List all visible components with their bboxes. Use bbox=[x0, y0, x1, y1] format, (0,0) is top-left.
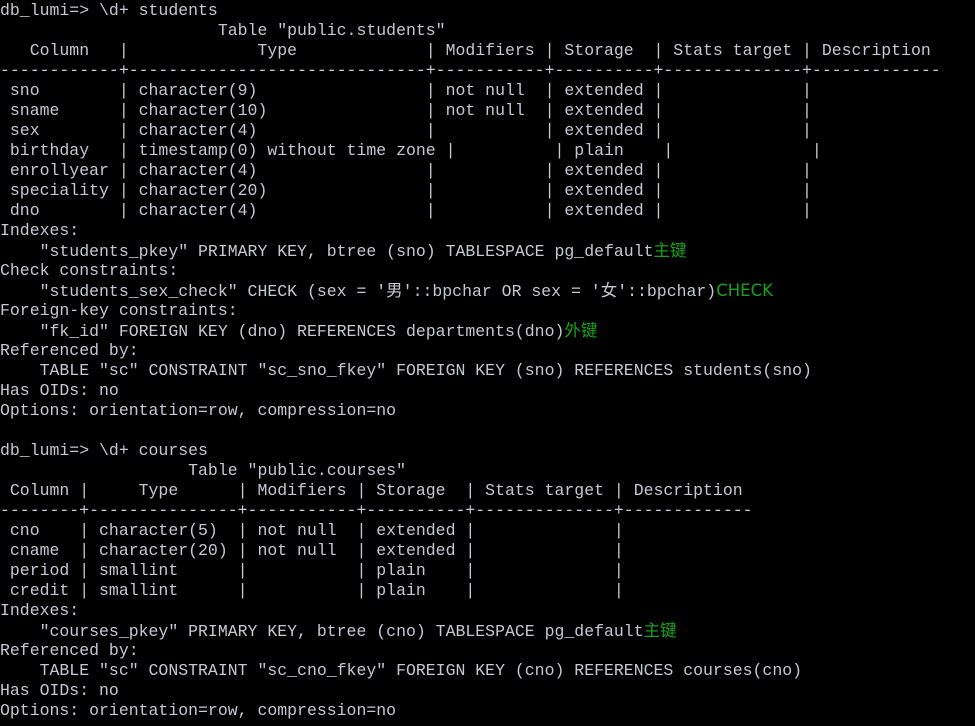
students-referenced-detail: TABLE "sc" CONSTRAINT "sc_sno_fkey" FORE… bbox=[0, 361, 812, 380]
table-row: dno | character(4) | | extended | | bbox=[0, 201, 812, 220]
table-row: cno | character(5) | not null | extended… bbox=[0, 521, 624, 540]
table-row: credit | smallint | | plain | | bbox=[0, 581, 624, 600]
students-table-header: Column | Type | Modifiers | Storage | St… bbox=[0, 41, 931, 60]
students-options: Options: orientation=row, compression=no bbox=[0, 401, 397, 420]
table-row: cname | character(20) | not null | exten… bbox=[0, 541, 624, 560]
courses-referenced-detail: TABLE "sc" CONSTRAINT "sc_cno_fkey" FORE… bbox=[0, 661, 803, 680]
table-row: sex | character(4) | | extended | | bbox=[0, 121, 812, 140]
courses-referenced-label: Referenced by: bbox=[0, 641, 139, 660]
table-row: enrollyear | character(4) | | extended |… bbox=[0, 161, 812, 180]
students-fk-label: Foreign-key constraints: bbox=[0, 301, 238, 320]
students-table-caption: Table "public.students" bbox=[0, 21, 446, 40]
students-referenced-label: Referenced by: bbox=[0, 341, 139, 360]
courses-options: Options: orientation=row, compression=no bbox=[0, 701, 397, 720]
table-row: sname | character(10) | not null | exten… bbox=[0, 101, 812, 120]
courses-index-detail: "courses_pkey" PRIMARY KEY, btree (cno) … bbox=[0, 622, 644, 641]
courses-table-header: Column | Type | Modifiers | Storage | St… bbox=[0, 481, 743, 500]
students-indexes-label: Indexes: bbox=[0, 221, 80, 240]
students-index-detail: "students_pkey" PRIMARY KEY, btree (sno)… bbox=[0, 242, 654, 261]
students-check-detail-line: "students_sex_check" CHECK (sex = '男'::b… bbox=[0, 281, 975, 301]
terminal-window[interactable]: db_lumi=> \d+ students Table "public.stu… bbox=[0, 1, 975, 726]
annotation-check: CHECK bbox=[716, 281, 773, 300]
courses-has-oids: Has OIDs: no bbox=[0, 681, 119, 700]
courses-indexes-label: Indexes: bbox=[0, 601, 80, 620]
table-row: period | smallint | | plain | | bbox=[0, 561, 624, 580]
annotation-foreign-key: 外键 bbox=[564, 321, 598, 340]
students-check-label: Check constraints: bbox=[0, 261, 179, 280]
table-row: birthday | timestamp(0) without time zon… bbox=[0, 141, 822, 160]
prompt-line-students: db_lumi=> \d+ students bbox=[0, 1, 218, 20]
prompt-line-courses: db_lumi=> \d+ courses bbox=[0, 441, 208, 460]
courses-index-detail-line: "courses_pkey" PRIMARY KEY, btree (cno) … bbox=[0, 621, 975, 641]
courses-table-caption: Table "public.courses" bbox=[0, 461, 406, 480]
students-has-oids: Has OIDs: no bbox=[0, 381, 119, 400]
students-index-detail-line: "students_pkey" PRIMARY KEY, btree (sno)… bbox=[0, 241, 975, 261]
table-row: sno | character(9) | not null | extended… bbox=[0, 81, 812, 100]
annotation-primary-key: 主键 bbox=[653, 241, 687, 260]
students-table-separator: ------------+---------------------------… bbox=[0, 61, 941, 80]
annotation-primary-key: 主键 bbox=[643, 621, 677, 640]
table-row: speciality | character(20) | | extended … bbox=[0, 181, 812, 200]
students-fk-detail: "fk_id" FOREIGN KEY (dno) REFERENCES dep… bbox=[0, 322, 565, 341]
students-check-detail: "students_sex_check" CHECK (sex = '男'::b… bbox=[0, 282, 717, 301]
courses-table-separator: --------+---------------+-----------+---… bbox=[0, 501, 753, 520]
students-fk-detail-line: "fk_id" FOREIGN KEY (dno) REFERENCES dep… bbox=[0, 321, 975, 341]
